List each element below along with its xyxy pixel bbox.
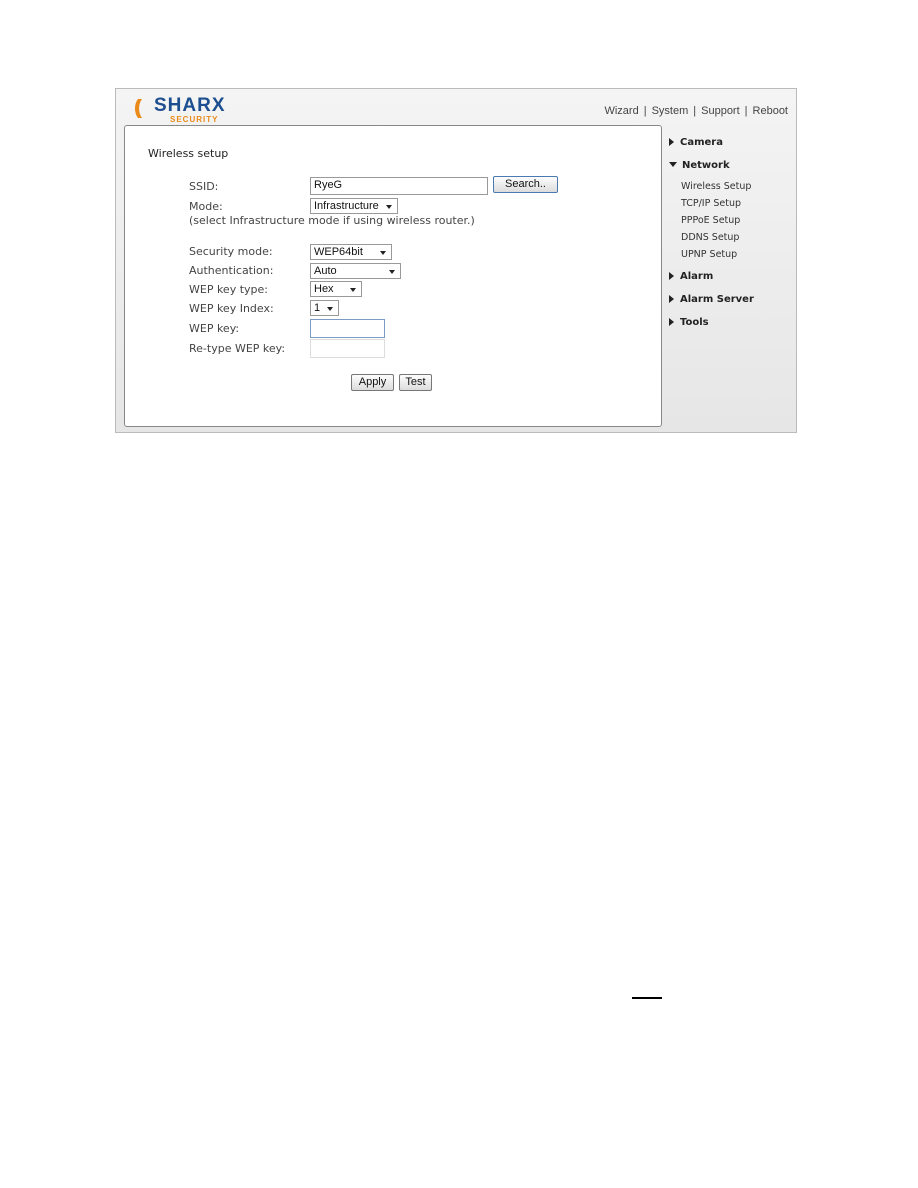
mode-value: Infrastructure [314,200,379,212]
caret-right-icon [669,318,674,326]
sidebar-item-tcpip-setup[interactable]: TCP/IP Setup [681,198,741,209]
sidebar-item-tools[interactable]: Tools [669,317,709,328]
sidebar-item-network[interactable]: Network [669,160,730,171]
wep-key-index-select[interactable]: 1 [310,300,339,316]
chevron-down-icon [389,270,395,274]
security-mode-select[interactable]: WEP64bit [310,244,392,260]
wep-key-index-value: 1 [314,302,321,314]
link-support[interactable]: Support [701,105,740,117]
test-button[interactable]: Test [399,374,432,391]
wep-key-type-label: WEP key type: [189,283,268,296]
sidebar-item-camera[interactable]: Camera [669,137,723,148]
search-button[interactable]: Search.. [493,176,558,193]
link-wizard[interactable]: Wizard [604,105,638,117]
content-panel: Wireless setup SSID: RyeG Search.. Mode:… [124,125,662,427]
caret-down-icon [669,162,677,167]
retype-wep-key-label: Re-type WEP key: [189,342,286,355]
retype-wep-key-input[interactable] [310,339,385,358]
browser-window: ((( SHARX SECURITY Wizard | System | Support… [115,88,797,433]
wep-key-index-label: WEP key Index: [189,302,274,315]
caret-right-icon [669,295,674,303]
sidebar-item-upnp-setup[interactable]: UPNP Setup [681,249,737,260]
sidebar-item-pppoe-setup[interactable]: PPPoE Setup [681,215,740,226]
link-reboot[interactable]: Reboot [753,105,788,117]
sidebar-item-wireless-setup[interactable]: Wireless Setup [681,181,751,192]
link-system[interactable]: System [652,105,689,117]
wep-key-type-select[interactable]: Hex [310,281,362,297]
top-nav: Wizard | System | Support | Reboot [604,105,788,117]
sidebar-item-ddns-setup[interactable]: DDNS Setup [681,232,739,243]
sidebar-item-alarm[interactable]: Alarm [669,271,713,282]
ssid-value: RyeG [314,179,343,191]
security-mode-label: Security mode: [189,245,273,258]
caret-right-icon [669,272,674,280]
authentication-select[interactable]: Auto [310,263,401,279]
mode-hint: (select Infrastructure mode if using wir… [189,214,475,227]
logo-subtext: SECURITY [170,115,219,124]
caret-right-icon [669,138,674,146]
security-mode-value: WEP64bit [314,246,363,258]
divider-line [632,997,662,999]
chevron-down-icon [350,288,356,292]
chevron-down-icon [327,307,333,311]
wep-key-type-value: Hex [314,283,334,295]
authentication-label: Authentication: [189,264,274,277]
wep-key-label: WEP key: [189,322,240,335]
apply-button[interactable]: Apply [351,374,394,391]
chevron-down-icon [380,251,386,255]
logo-text: SHARX [154,95,226,116]
sidebar-item-alarm-server[interactable]: Alarm Server [669,294,754,305]
authentication-value: Auto [314,265,337,277]
chevron-down-icon [386,205,392,209]
mode-label: Mode: [189,200,223,213]
mode-select[interactable]: Infrastructure [310,198,398,214]
sharx-logo: ((( SHARX SECURITY [134,95,244,125]
wep-key-input[interactable] [310,319,385,338]
ssid-label: SSID: [189,180,219,193]
ssid-input[interactable]: RyeG [310,177,488,195]
logo-wave-icon: ((( [134,97,142,119]
page-title: Wireless setup [148,147,229,160]
